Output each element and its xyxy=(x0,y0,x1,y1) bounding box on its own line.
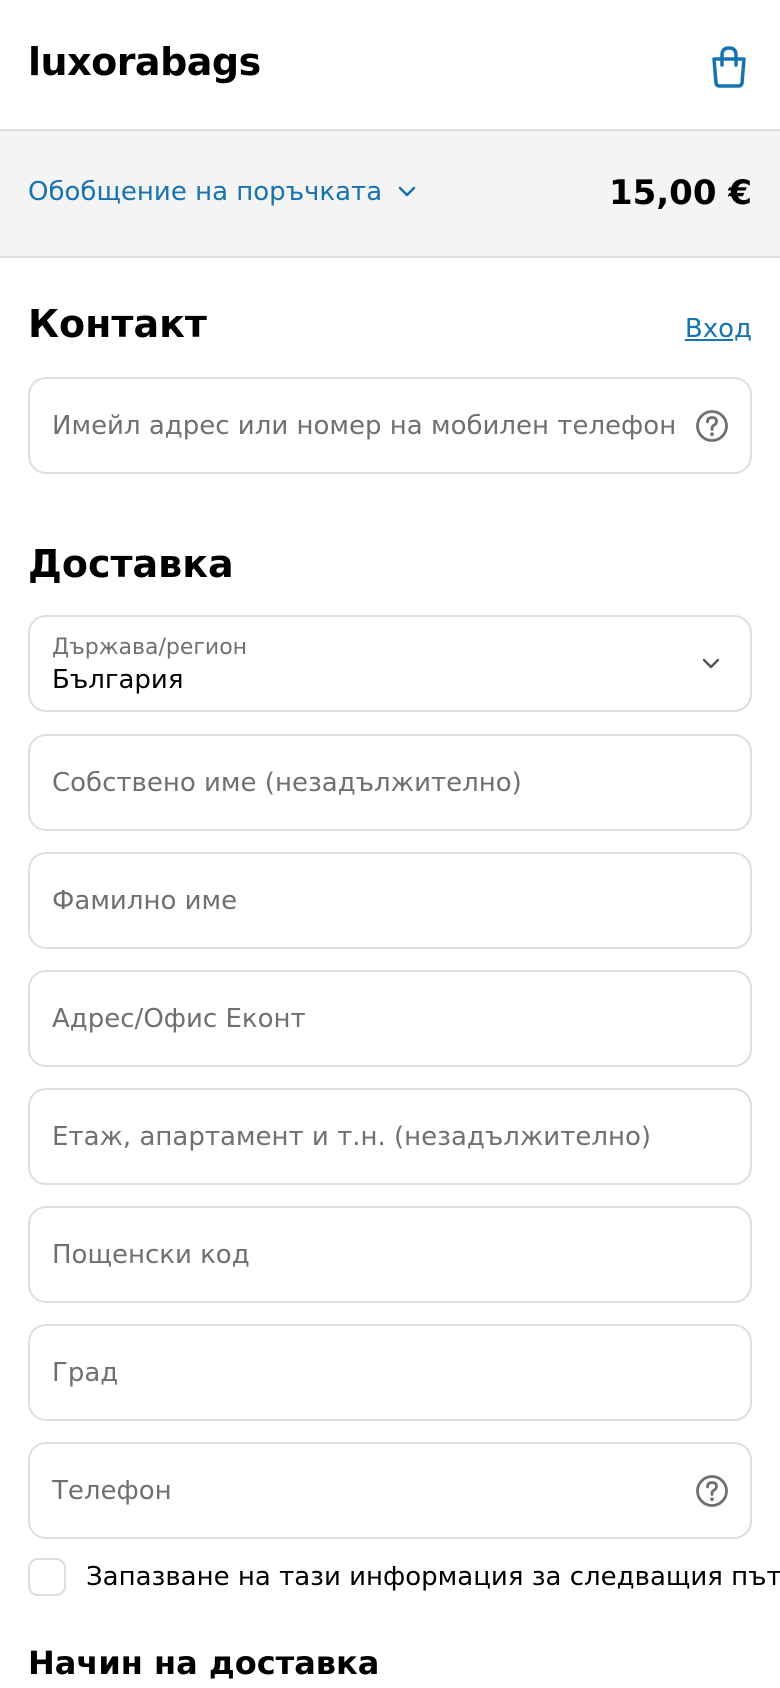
country-select[interactable]: Държава/регион България xyxy=(28,615,752,712)
delivery-heading: Доставка xyxy=(28,542,234,586)
store-logo[interactable]: luxorabags xyxy=(28,40,261,84)
address-placeholder: Адрес/Офис Еконт xyxy=(52,1003,306,1034)
chevron-down-icon xyxy=(398,186,416,198)
email-field[interactable]: Имейл адрес или номер на мобилен телефон xyxy=(28,377,752,474)
save-info-row: Запазване на тази информация за следващи… xyxy=(28,1558,780,1596)
save-info-checkbox[interactable] xyxy=(28,1558,66,1596)
postal-code-field[interactable]: Пощенски код xyxy=(28,1206,752,1303)
first-name-field[interactable]: Собствено име (незадължително) xyxy=(28,734,752,831)
login-link[interactable]: Вход xyxy=(685,314,752,344)
first-name-placeholder: Собствено име (незадължително) xyxy=(52,767,522,798)
last-name-placeholder: Фамилно име xyxy=(52,885,238,916)
header: luxorabags xyxy=(0,0,780,131)
country-value: България xyxy=(52,665,184,695)
phone-placeholder: Телефон xyxy=(52,1475,172,1506)
apartment-field[interactable]: Етаж, апартамент и т.н. (незадължително) xyxy=(28,1088,752,1185)
order-summary-toggle[interactable]: Обобщение на поръчката xyxy=(28,177,416,207)
question-circle-icon[interactable] xyxy=(694,408,730,444)
city-placeholder: Град xyxy=(52,1357,119,1388)
save-info-label[interactable]: Запазване на тази информация за следващи… xyxy=(86,1562,780,1592)
email-placeholder: Имейл адрес или номер на мобилен телефон xyxy=(52,410,677,441)
country-label: Държава/регион xyxy=(52,635,248,660)
apartment-placeholder: Етаж, апартамент и т.н. (незадължително) xyxy=(52,1121,652,1152)
contact-heading: Контакт xyxy=(28,302,207,346)
postal-code-placeholder: Пощенски код xyxy=(52,1239,250,1270)
city-field[interactable]: Град xyxy=(28,1324,752,1421)
question-circle-icon[interactable] xyxy=(694,1473,730,1509)
cart-button[interactable] xyxy=(700,38,758,96)
shipping-method-heading: Начин на доставка xyxy=(28,1644,380,1682)
address-field[interactable]: Адрес/Офис Еконт xyxy=(28,970,752,1067)
order-summary-bar: Обобщение на поръчката 15,00 € xyxy=(0,131,780,258)
chevron-down-icon xyxy=(702,658,720,670)
order-total: 15,00 € xyxy=(608,173,752,213)
last-name-field[interactable]: Фамилно име xyxy=(28,852,752,949)
phone-field[interactable]: Телефон xyxy=(28,1442,752,1539)
shopping-bag-icon xyxy=(712,46,746,88)
order-summary-label: Обобщение на поръчката xyxy=(28,177,383,207)
